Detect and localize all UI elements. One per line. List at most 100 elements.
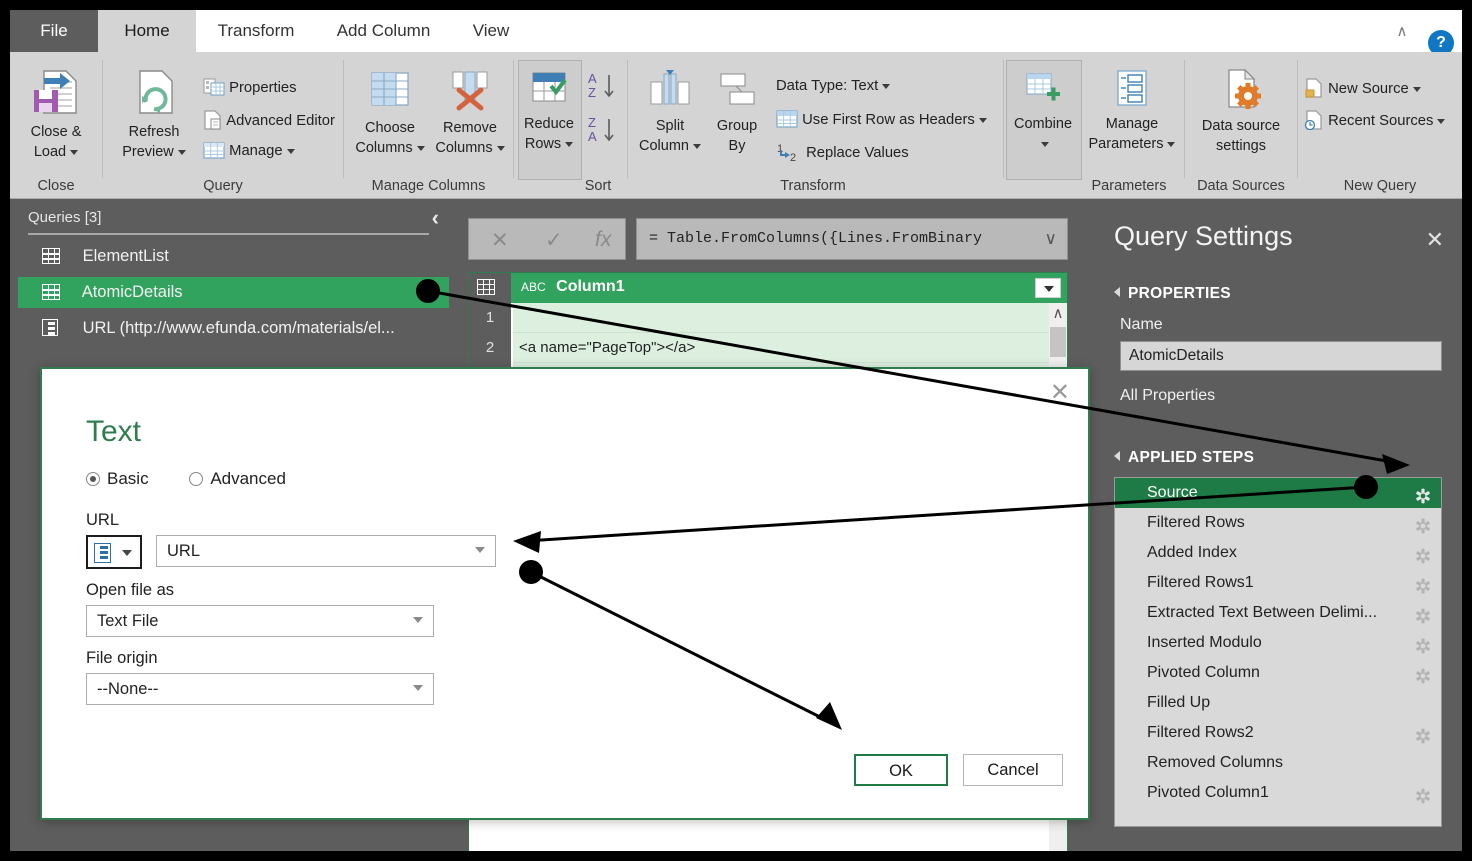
column-header-column1[interactable]: ABC Column1	[521, 278, 625, 296]
applied-step-filtered-rows2[interactable]: Filtered Rows2	[1115, 718, 1441, 748]
url-input[interactable]: URL	[156, 535, 496, 567]
column-filter-icon[interactable]	[1035, 278, 1061, 298]
chevron-down-icon[interactable]	[70, 149, 79, 155]
chevron-down-icon[interactable]	[565, 141, 574, 147]
refresh-preview-button[interactable]: Refresh Preview	[111, 68, 197, 160]
tab-view[interactable]: View	[451, 10, 531, 52]
chevron-down-icon[interactable]	[413, 617, 423, 623]
gear-icon[interactable]	[1415, 575, 1431, 594]
fx-icon[interactable]: fx	[595, 228, 611, 252]
applied-step-added-index[interactable]: Added Index	[1115, 538, 1441, 568]
gear-icon[interactable]	[1415, 635, 1431, 654]
applied-steps-section-header[interactable]: APPLIED STEPS	[1114, 449, 1254, 467]
chevron-down-icon[interactable]	[1041, 141, 1049, 147]
split-column-button[interactable]: Split Column	[634, 68, 706, 154]
open-file-as-select[interactable]: Text File	[86, 605, 434, 637]
radio-basic[interactable]: Basic	[86, 469, 149, 489]
collapse-queries-pane-icon[interactable]: ‹	[432, 205, 439, 231]
combine-button[interactable]: Combine	[1006, 68, 1080, 152]
advanced-editor-button[interactable]: Advanced Editor	[203, 110, 335, 130]
chevron-down-icon[interactable]	[413, 685, 423, 691]
gear-icon[interactable]	[1415, 515, 1431, 534]
reduce-rows-button[interactable]: Reduce Rows	[518, 68, 580, 152]
gear-icon[interactable]	[1415, 545, 1431, 564]
radio-advanced[interactable]: Advanced	[189, 469, 286, 489]
tab-transform[interactable]: Transform	[196, 10, 316, 52]
properties-label: Properties	[229, 80, 297, 96]
query-item-atomicdetails[interactable]: AtomicDetails	[18, 277, 449, 308]
table-row[interactable]: 1	[469, 303, 1067, 334]
row-number: 1	[469, 303, 511, 334]
applied-step-filtered-rows[interactable]: Filtered Rows	[1115, 508, 1441, 538]
step-label: Filled Up	[1147, 694, 1211, 711]
chevron-down-icon[interactable]	[882, 83, 891, 89]
scroll-up-icon[interactable]: ∧	[1049, 303, 1067, 325]
tab-home[interactable]: Home	[98, 10, 196, 52]
manage-button[interactable]: Manage	[203, 142, 295, 159]
tab-file[interactable]: File	[10, 10, 98, 52]
properties-section-header[interactable]: PROPERTIES	[1114, 285, 1231, 303]
recent-sources-button[interactable]: Recent Sources	[1304, 110, 1446, 131]
step-label: Inserted Modulo	[1147, 634, 1262, 651]
data-source-settings-button[interactable]: Data source settings	[1189, 68, 1293, 154]
close-and-load-label-2: Load	[16, 144, 96, 160]
gear-icon[interactable]	[1415, 665, 1431, 684]
choose-columns-button[interactable]: Choose Columns	[350, 68, 430, 156]
chevron-down-icon[interactable]	[177, 149, 186, 155]
applied-step-pivoted-column[interactable]: Pivoted Column	[1115, 658, 1441, 688]
manage-label: Manage	[229, 143, 283, 159]
formula-cancel-icon[interactable]: ✕	[491, 228, 509, 253]
chevron-down-icon[interactable]	[1437, 118, 1446, 124]
replace-values-button[interactable]: 1 2 Replace Values	[776, 142, 909, 164]
chevron-down-icon[interactable]	[475, 547, 485, 553]
query-item-url-parameter[interactable]: URL (http://www.efunda.com/materials/el.…	[18, 313, 449, 344]
gear-icon[interactable]	[1415, 785, 1431, 804]
applied-step-inserted-modulo[interactable]: Inserted Modulo	[1115, 628, 1441, 658]
use-first-row-as-headers-button[interactable]: Use First Row as Headers	[776, 110, 987, 128]
grid-corner-icon[interactable]	[469, 273, 511, 309]
chevron-down-icon[interactable]	[286, 148, 295, 154]
applied-step-removed-columns[interactable]: Removed Columns	[1115, 748, 1441, 778]
sort-ascending-button[interactable]: A Z	[586, 70, 620, 106]
formula-expand-icon[interactable]: ∨	[1045, 219, 1057, 259]
table-row[interactable]: 2 <a name="PageTop"></a>	[469, 333, 1067, 364]
formula-input[interactable]: = Table.FromColumns({Lines.FromBinary ∨	[636, 218, 1068, 260]
url-source-picker-button[interactable]	[86, 535, 142, 569]
query-name-input[interactable]: AtomicDetails	[1120, 341, 1442, 371]
collapse-ribbon-icon[interactable]: ∧	[1390, 22, 1414, 42]
tab-add-column[interactable]: Add Column	[316, 10, 451, 52]
close-icon[interactable]: ✕	[1050, 381, 1070, 405]
chevron-down-icon[interactable]	[1412, 86, 1421, 92]
row-cell[interactable]	[513, 303, 1067, 333]
gear-icon[interactable]	[1415, 605, 1431, 624]
gear-icon[interactable]	[1415, 485, 1431, 504]
applied-step-filtered-rows1[interactable]: Filtered Rows1	[1115, 568, 1441, 598]
chevron-down-icon[interactable]	[692, 143, 701, 149]
close-icon[interactable]: ✕	[1426, 227, 1444, 253]
ok-button[interactable]: OK	[854, 754, 948, 786]
applied-step-source[interactable]: Source	[1115, 478, 1441, 508]
query-item-elementlist[interactable]: ElementList	[18, 241, 449, 272]
applied-step-pivoted-column1[interactable]: Pivoted Column1	[1115, 778, 1441, 808]
scrollbar-thumb[interactable]	[1050, 327, 1066, 357]
applied-step-filled-up[interactable]: Filled Up	[1115, 688, 1441, 718]
properties-button[interactable]: Properties	[203, 78, 297, 96]
cancel-button[interactable]: Cancel	[963, 754, 1063, 786]
applied-step-extracted-text-between-delimiters[interactable]: Extracted Text Between Delimi...	[1115, 598, 1441, 628]
close-and-load-button[interactable]: Close & Load	[16, 68, 96, 160]
group-by-button[interactable]: Group By	[706, 68, 768, 154]
data-type-button[interactable]: Data Type: Text	[776, 78, 891, 94]
new-source-button[interactable]: New Source	[1304, 78, 1421, 98]
chevron-down-icon[interactable]	[1167, 141, 1176, 147]
file-origin-select[interactable]: --None--	[86, 673, 434, 705]
formula-accept-icon[interactable]: ✓	[545, 228, 563, 253]
chevron-down-icon[interactable]	[496, 145, 505, 151]
chevron-down-icon[interactable]	[416, 145, 425, 151]
remove-columns-button[interactable]: Remove Columns	[430, 68, 510, 156]
chevron-down-icon[interactable]	[978, 117, 987, 123]
gear-icon[interactable]	[1415, 725, 1431, 744]
all-properties-link[interactable]: All Properties	[1120, 387, 1215, 405]
row-cell[interactable]: <a name="PageTop"></a>	[513, 333, 1067, 363]
manage-parameters-button[interactable]: Manage Parameters	[1084, 68, 1180, 152]
sort-descending-button[interactable]: Z A	[586, 114, 620, 150]
